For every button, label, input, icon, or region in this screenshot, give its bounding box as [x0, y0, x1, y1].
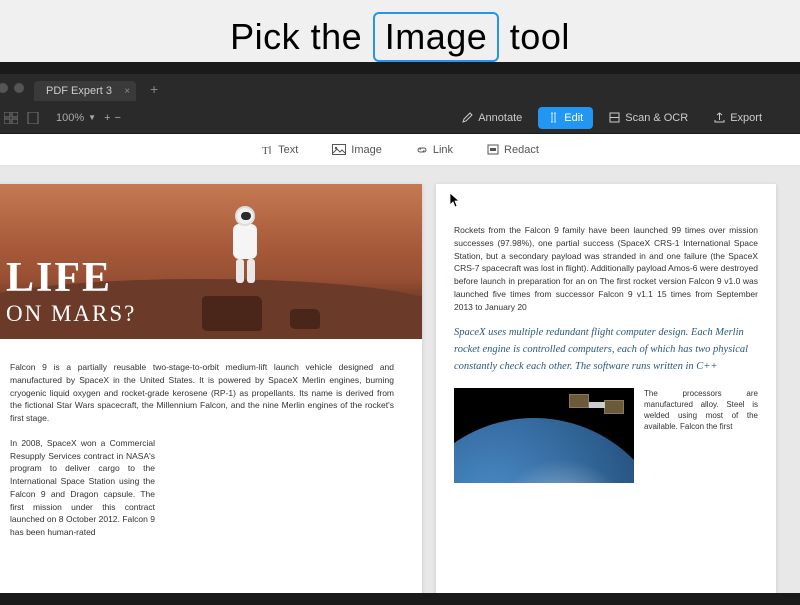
- paragraph[interactable]: The processors are manufactured alloy. S…: [644, 388, 758, 483]
- page-2[interactable]: Rockets from the Falcon 9 family have be…: [436, 184, 776, 593]
- minimize-window-icon[interactable]: [0, 83, 8, 93]
- link-icon: [416, 144, 428, 156]
- maximize-window-icon[interactable]: [14, 83, 24, 93]
- paragraph[interactable]: Falcon 9 is a partially reusable two-sta…: [10, 361, 394, 425]
- zoom-out-button[interactable]: −: [115, 112, 121, 124]
- instruction-caption: Pick the Image tool: [0, 12, 800, 62]
- pencil-icon: [462, 112, 473, 123]
- pull-quote[interactable]: SpaceX uses multiple redundant flight co…: [454, 325, 758, 375]
- paragraph[interactable]: In 2008, SpaceX won a Commercial Resuppl…: [10, 437, 155, 539]
- edit-subtoolbar: T Text Image Link Redact: [0, 134, 800, 166]
- redact-icon: [487, 144, 499, 155]
- text-cursor-icon: [548, 112, 559, 123]
- scan-ocr-button[interactable]: Scan & OCR: [599, 107, 698, 129]
- paragraph[interactable]: Rockets from the Falcon 9 family have be…: [454, 224, 758, 313]
- image-tool-button[interactable]: Image: [324, 140, 390, 160]
- astronaut-figure: [228, 206, 262, 286]
- zoom-level: 100%: [56, 112, 84, 124]
- hero-image[interactable]: LIFE ON MARS?: [0, 184, 422, 339]
- page-1[interactable]: LIFE ON MARS? Falcon 9 is a partially re…: [0, 184, 422, 593]
- page-1-body[interactable]: Falcon 9 is a partially reusable two-sta…: [0, 339, 422, 573]
- app-window: PDF Expert 3 × + 100% ▼ + − Annotate Edi…: [0, 74, 800, 593]
- zoom-control[interactable]: 100% ▼ + −: [56, 112, 121, 124]
- tab-label: PDF Expert 3: [46, 85, 112, 97]
- link-tool-button[interactable]: Link: [408, 140, 461, 160]
- text-tool-button[interactable]: T Text: [253, 140, 306, 160]
- main-toolbar: 100% ▼ + − Annotate Edit Scan & OCR Expo…: [0, 102, 800, 134]
- scan-icon: [609, 112, 620, 123]
- export-icon: [714, 112, 725, 123]
- grid-view-icon[interactable]: [4, 112, 18, 124]
- image-icon: [332, 144, 346, 155]
- document-tab[interactable]: PDF Expert 3 ×: [34, 81, 136, 101]
- new-tab-button[interactable]: +: [150, 81, 158, 97]
- edit-button[interactable]: Edit: [538, 107, 593, 129]
- view-mode-group: [0, 112, 40, 124]
- close-tab-icon[interactable]: ×: [124, 86, 130, 97]
- hero-title[interactable]: LIFE: [6, 259, 136, 299]
- titlebar: PDF Expert 3 × +: [0, 74, 800, 102]
- document-viewport[interactable]: LIFE ON MARS? Falcon 9 is a partially re…: [0, 166, 800, 593]
- chevron-down-icon[interactable]: ▼: [88, 113, 96, 122]
- zoom-in-button[interactable]: +: [104, 112, 110, 124]
- page-2-body[interactable]: Rockets from the Falcon 9 family have be…: [436, 184, 776, 497]
- laptop-frame: PDF Expert 3 × + 100% ▼ + − Annotate Edi…: [0, 62, 800, 605]
- redact-tool-button[interactable]: Redact: [479, 140, 547, 160]
- earth-image[interactable]: [454, 388, 634, 483]
- svg-text:T: T: [262, 145, 269, 156]
- export-button[interactable]: Export: [704, 107, 772, 129]
- text-icon: T: [261, 144, 273, 156]
- annotate-button[interactable]: Annotate: [452, 107, 532, 129]
- window-controls[interactable]: [0, 83, 24, 93]
- page-view-icon[interactable]: [26, 112, 40, 124]
- iss-figure: [569, 394, 624, 422]
- hero-subtitle[interactable]: ON MARS?: [6, 301, 136, 327]
